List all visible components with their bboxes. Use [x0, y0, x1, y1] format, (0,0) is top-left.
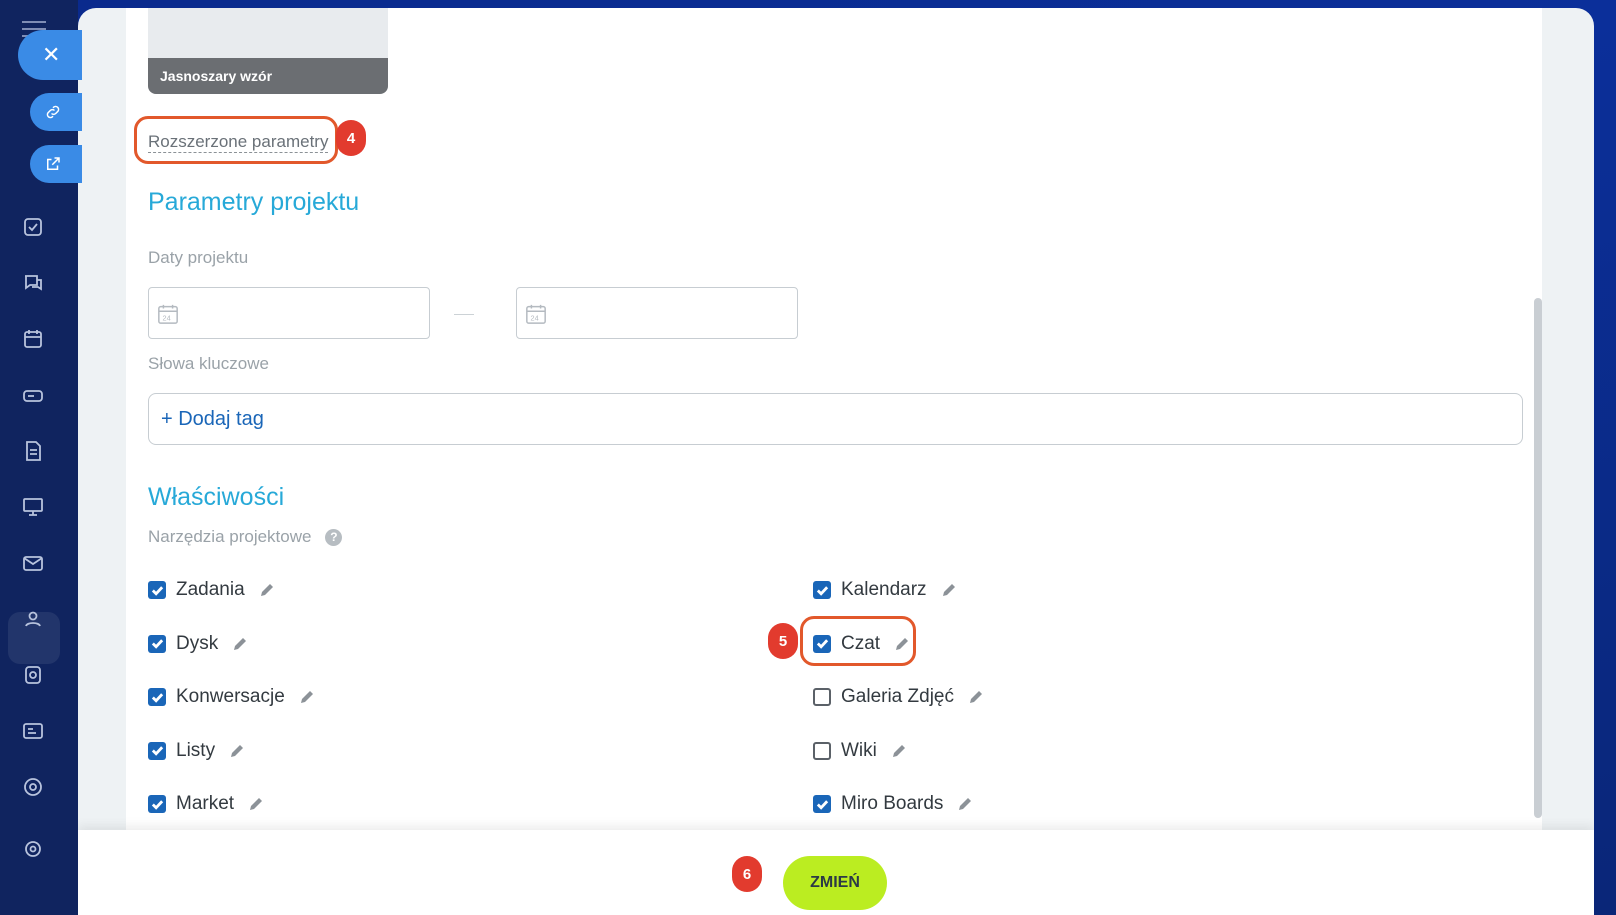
- tool-checkbox[interactable]: [148, 634, 166, 653]
- open-new-window-button[interactable]: [30, 145, 82, 183]
- svg-text:24: 24: [531, 313, 539, 322]
- mail-icon[interactable]: [20, 550, 46, 576]
- scrollbar[interactable]: [1534, 298, 1542, 818]
- left-sidebar: [0, 0, 78, 915]
- calendar-icon: 24: [526, 304, 546, 324]
- properties-title: Właściwości: [148, 483, 285, 511]
- tool-label: Wiki: [841, 739, 877, 761]
- svg-text:24: 24: [163, 313, 171, 322]
- tool-option[interactable]: Miro Boards: [813, 792, 973, 816]
- annotation-badge-4: 4: [336, 120, 366, 156]
- tasks-icon[interactable]: [20, 214, 46, 240]
- tool-label: Zadania: [176, 579, 245, 600]
- keywords-label: Słowa kluczowe: [148, 354, 269, 373]
- tool-checkbox[interactable]: [148, 741, 166, 760]
- tool-label: Miro Boards: [841, 793, 944, 814]
- tool-checkbox[interactable]: [148, 688, 166, 706]
- pencil-icon[interactable]: [299, 689, 315, 705]
- tool-label: Market: [176, 793, 235, 814]
- close-slider-button[interactable]: ✕: [18, 30, 82, 80]
- presentation-icon[interactable]: [20, 494, 46, 520]
- project-settings-panel: Jasnoszary wzór Rozszerzone parametry 4 …: [78, 8, 1594, 915]
- tool-option[interactable]: Wiki: [813, 739, 907, 763]
- tool-option[interactable]: Zadania: [148, 578, 275, 602]
- theme-thumbnail[interactable]: Jasnoszary wzór: [148, 8, 388, 94]
- contacts-icon[interactable]: [20, 718, 46, 744]
- tool-option[interactable]: Konwersacje: [148, 685, 315, 709]
- pencil-icon[interactable]: [941, 582, 957, 598]
- tool-label: Konwersacje: [176, 686, 285, 707]
- keywords-input[interactable]: + Dodaj tag: [148, 393, 1523, 445]
- start-date-input[interactable]: 24: [148, 287, 430, 339]
- calendar-icon[interactable]: [20, 326, 46, 352]
- pencil-icon[interactable]: [259, 582, 275, 598]
- project-params-title: Parametry projektu: [148, 188, 360, 216]
- end-date-input[interactable]: 24: [516, 287, 798, 339]
- tool-option[interactable]: Listy: [148, 739, 245, 763]
- link-icon: [46, 105, 60, 119]
- pencil-icon[interactable]: [891, 743, 907, 759]
- pencil-icon[interactable]: [232, 636, 248, 652]
- pencil-icon[interactable]: [957, 796, 973, 812]
- tool-checkbox[interactable]: [813, 741, 831, 760]
- add-tag-link[interactable]: + Dodaj tag: [161, 408, 264, 431]
- tool-option[interactable]: Dysk: [148, 632, 248, 656]
- tool-checkbox[interactable]: [813, 581, 831, 599]
- annotation-badge-5: 5: [768, 623, 798, 659]
- date-range-separator: [454, 314, 474, 315]
- tool-label: Listy: [176, 739, 216, 761]
- tool-checkbox[interactable]: [813, 795, 831, 813]
- project-tools-label: Narzędzia projektowe?: [148, 527, 343, 547]
- apps-icon[interactable]: [20, 662, 46, 688]
- external-link-icon: [47, 157, 60, 170]
- pencil-icon[interactable]: [968, 689, 984, 705]
- form-content: Jasnoszary wzór Rozszerzone parametry 4 …: [126, 8, 1542, 908]
- tool-option[interactable]: Galeria Zdjęć: [813, 685, 984, 709]
- project-tools-label-text: Narzędzia projektowe: [148, 527, 312, 546]
- tool-checkbox[interactable]: [148, 795, 166, 813]
- annotation-badge-6: 6: [732, 856, 762, 892]
- document-icon[interactable]: [20, 438, 46, 464]
- theme-thumbnail-label: Jasnoszary wzór: [148, 58, 388, 94]
- settings-icon[interactable]: [20, 836, 46, 862]
- groups-icon[interactable]: [20, 606, 46, 632]
- annotation-ring-5: [800, 616, 916, 666]
- tool-label: Kalendarz: [841, 579, 927, 600]
- tool-label: Dysk: [176, 632, 219, 654]
- help-icon[interactable]: ?: [325, 529, 343, 546]
- pencil-icon[interactable]: [248, 796, 264, 812]
- pencil-icon[interactable]: [229, 743, 245, 759]
- target-icon[interactable]: [20, 774, 46, 800]
- tool-option[interactable]: Market: [148, 792, 264, 816]
- copy-link-button[interactable]: [30, 93, 82, 131]
- project-dates-label: Daty projektu: [148, 248, 249, 267]
- tool-checkbox[interactable]: [148, 581, 166, 599]
- tool-checkbox[interactable]: [813, 688, 831, 706]
- save-button[interactable]: ZMIEŃ: [783, 856, 887, 910]
- chat-icon[interactable]: [20, 270, 46, 296]
- footer-bar: 6 ZMIEŃ: [78, 830, 1594, 915]
- tool-option[interactable]: Kalendarz: [813, 578, 957, 602]
- tool-label: Galeria Zdjęć: [841, 686, 954, 707]
- advanced-parameters-link[interactable]: Rozszerzone parametry: [148, 132, 329, 153]
- drive-icon[interactable]: [20, 382, 46, 408]
- calendar-icon: 24: [158, 304, 178, 324]
